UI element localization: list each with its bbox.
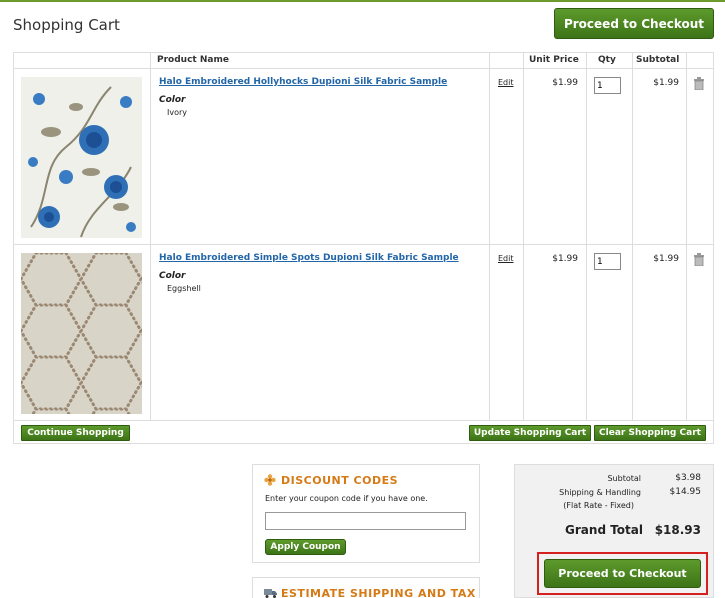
subtotal-label: Subtotal xyxy=(607,474,641,483)
header-product-name: Product Name xyxy=(157,55,229,65)
trash-icon[interactable] xyxy=(693,77,705,90)
table-header: Product Name Unit Price Qty Subtotal xyxy=(14,53,713,69)
grand-total-value: $18.93 xyxy=(654,523,701,537)
apply-coupon-button[interactable]: Apply Coupon xyxy=(265,539,346,555)
product-name-link[interactable]: Halo Embroidered Simple Spots Dupioni Si… xyxy=(159,253,459,263)
header-qty: Qty xyxy=(598,55,616,65)
discount-codes-box: DISCOUNT CODES Enter your coupon code if… xyxy=(252,464,480,563)
shipping-method-note: (Flat Rate - Fixed) xyxy=(563,501,634,510)
shipping-value: $14.95 xyxy=(669,487,702,497)
continue-shopping-button[interactable]: Continue Shopping xyxy=(21,425,130,441)
shipping-label: Shipping & Handling xyxy=(559,488,641,497)
flower-icon xyxy=(264,474,276,486)
dotted-hexagon-fabric-swatch-icon xyxy=(21,253,142,414)
table-row: Halo Embroidered Hollyhocks Dupioni Silk… xyxy=(14,70,713,245)
discount-codes-title: DISCOUNT CODES xyxy=(281,474,399,487)
option-value: Ivory xyxy=(167,108,188,117)
checkout-highlight-frame: Proceed to Checkout xyxy=(537,552,708,595)
cart-table: Product Name Unit Price Qty Subtotal Hal… xyxy=(13,52,714,444)
table-row: Halo Embroidered Simple Spots Dupioni Si… xyxy=(14,246,713,421)
truck-icon xyxy=(264,589,277,598)
grand-total-label: Grand Total xyxy=(565,523,643,537)
item-subtotal: $1.99 xyxy=(653,254,679,264)
coupon-code-input[interactable] xyxy=(265,512,466,530)
update-shopping-cart-button[interactable]: Update Shopping Cart xyxy=(469,425,591,441)
option-label: Color xyxy=(159,271,186,281)
option-value: Eggshell xyxy=(167,284,201,293)
order-totals-box: Subtotal $3.98 Shipping & Handling $14.9… xyxy=(514,464,714,598)
header-subtotal: Subtotal xyxy=(636,55,680,65)
proceed-to-checkout-button[interactable]: Proceed to Checkout xyxy=(544,559,701,588)
unit-price: $1.99 xyxy=(552,78,578,88)
trash-icon[interactable] xyxy=(693,253,705,266)
clear-shopping-cart-button[interactable]: Clear Shopping Cart xyxy=(594,425,706,441)
unit-price: $1.99 xyxy=(552,254,578,264)
discount-note: Enter your coupon code if you have one. xyxy=(265,494,428,503)
product-thumbnail[interactable] xyxy=(21,77,142,238)
edit-link[interactable]: Edit xyxy=(498,78,514,87)
page-title: Shopping Cart xyxy=(13,16,120,34)
estimate-shipping-box: ESTIMATE SHIPPING AND TAX xyxy=(252,577,480,598)
quantity-input[interactable] xyxy=(594,253,621,270)
item-subtotal: $1.99 xyxy=(653,78,679,88)
subtotal-value: $3.98 xyxy=(675,473,701,483)
proceed-to-checkout-button-top[interactable]: Proceed to Checkout xyxy=(554,8,714,39)
option-label: Color xyxy=(159,95,186,105)
product-name-link[interactable]: Halo Embroidered Hollyhocks Dupioni Silk… xyxy=(159,77,447,87)
product-thumbnail[interactable] xyxy=(21,253,142,414)
top-divider xyxy=(0,0,725,2)
estimate-shipping-title: ESTIMATE SHIPPING AND TAX xyxy=(281,587,476,598)
floral-fabric-swatch-icon xyxy=(21,77,142,238)
header-unit-price: Unit Price xyxy=(529,55,579,65)
edit-link[interactable]: Edit xyxy=(498,254,514,263)
quantity-input[interactable] xyxy=(594,77,621,94)
